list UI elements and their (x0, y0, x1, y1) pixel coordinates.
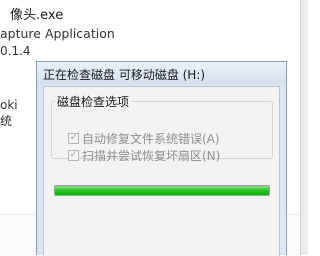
partial-label-1: oki (0, 98, 18, 112)
partial-label-2: 统 (0, 114, 13, 128)
dialog-title: 正在检查磁盘 可移动磁盘 (H:) (43, 68, 206, 82)
options-group-label: 磁盘检查选项 (55, 93, 132, 110)
option-scan-sectors-label: 扫描并尝试恢复坏扇区(N) (82, 149, 221, 163)
scrollbar[interactable] (300, 0, 308, 255)
app-description: apture Application (0, 26, 115, 41)
dialog-body: ✓ 自动修复文件系统错误(A) ✓ 扫描并尝试恢复坏扇区(N) 磁盘检查选项 (43, 86, 280, 256)
option-scan-sectors[interactable]: ✓ 扫描并尝试恢复坏扇区(N) (68, 147, 220, 164)
progress-bar (54, 185, 270, 196)
version-text: 0.1.4 (0, 44, 31, 58)
checkbox-auto-fix[interactable]: ✓ (68, 133, 79, 144)
file-name: 像头.exe (10, 8, 64, 23)
option-auto-fix-label: 自动修复文件系统错误(A) (82, 132, 220, 146)
checkbox-scan-sectors[interactable]: ✓ (68, 150, 79, 161)
option-auto-fix[interactable]: ✓ 自动修复文件系统错误(A) (68, 130, 220, 147)
progress-fill (55, 186, 269, 195)
check-disk-dialog: 正在检查磁盘 可移动磁盘 (H:) ✓ 自动修复文件系统错误(A) ✓ 扫描并尝… (36, 61, 287, 256)
dialog-titlebar[interactable]: 正在检查磁盘 可移动磁盘 (H:) (37, 62, 286, 84)
